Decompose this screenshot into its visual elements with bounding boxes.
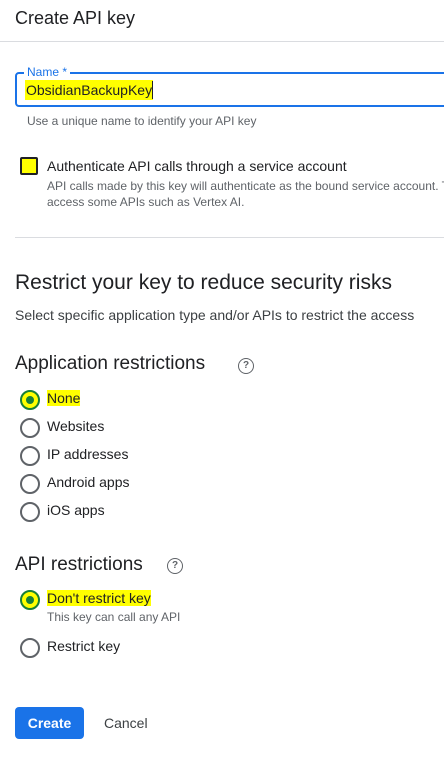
application-restrictions-title: Application restrictions bbox=[15, 353, 206, 374]
radio-button[interactable] bbox=[20, 418, 40, 438]
radio-label: Android apps bbox=[47, 474, 130, 490]
name-input[interactable]: ObsidianBackupKey bbox=[25, 80, 154, 100]
service-account-label[interactable]: Authenticate API calls through a service… bbox=[47, 158, 347, 174]
divider bbox=[15, 237, 444, 238]
radio-button[interactable] bbox=[20, 638, 40, 658]
radio-button[interactable] bbox=[20, 502, 40, 522]
radio-label: iOS apps bbox=[47, 502, 105, 518]
help-icon[interactable]: ? bbox=[167, 558, 183, 574]
name-field-label: Name * bbox=[24, 65, 71, 79]
radio-label: Restrict key bbox=[47, 638, 121, 654]
cancel-button[interactable]: Cancel bbox=[96, 707, 156, 739]
radio-sublabel: This key can call any API bbox=[47, 610, 181, 624]
service-account-checkbox[interactable] bbox=[20, 157, 38, 175]
dialog-header: Create API key bbox=[0, 0, 444, 42]
api-restrictions-title: API restrictions bbox=[15, 554, 143, 575]
page-title: Create API key bbox=[15, 8, 136, 28]
radio-button-selected[interactable] bbox=[20, 390, 40, 410]
restrict-section-title: Restrict your key to reduce security ris… bbox=[15, 271, 392, 294]
service-account-description: API calls made by this key will authenti… bbox=[47, 179, 444, 209]
radio-button[interactable] bbox=[20, 446, 40, 466]
text-caret bbox=[152, 81, 153, 99]
radio-label: Websites bbox=[47, 418, 105, 434]
radio-label: IP addresses bbox=[47, 446, 129, 462]
help-icon[interactable]: ? bbox=[238, 358, 254, 374]
create-button[interactable]: Create bbox=[15, 707, 84, 739]
radio-label: None bbox=[47, 390, 81, 406]
name-helper-text: Use a unique name to identify your API k… bbox=[27, 114, 257, 128]
restrict-section-subtitle: Select specific application type and/or … bbox=[15, 307, 415, 323]
radio-label: Don't restrict key bbox=[47, 590, 151, 606]
radio-button[interactable] bbox=[20, 474, 40, 494]
radio-button-selected[interactable] bbox=[20, 590, 40, 610]
